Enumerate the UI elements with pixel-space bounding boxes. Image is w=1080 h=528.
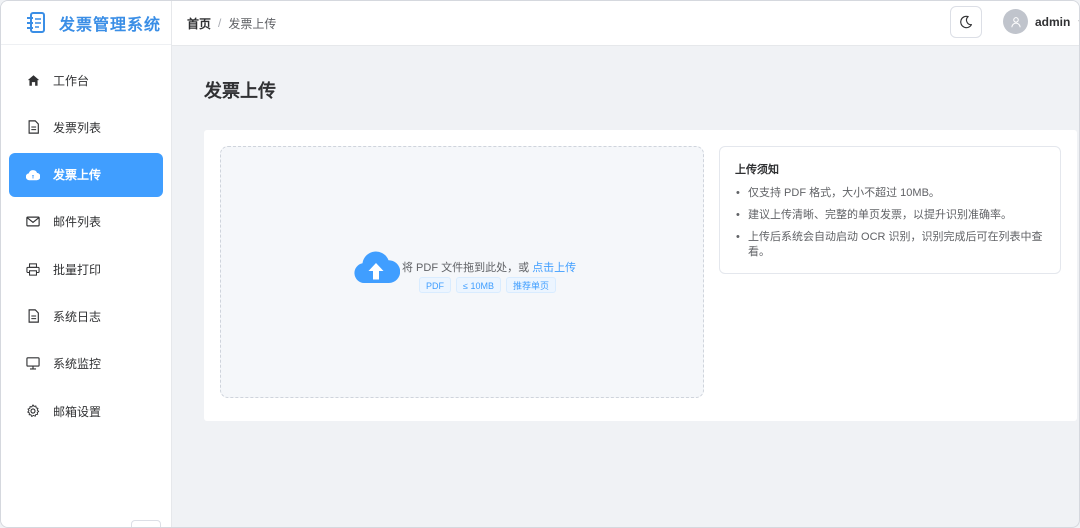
app-window: 发票管理系统 工作台 发票列表 发票上传 邮件列表 批量打印 系统日志 系统监控… (0, 0, 1080, 528)
cloud-upload-icon (26, 168, 40, 182)
monitor-icon (26, 357, 40, 371)
sidebar-item-label: 工作台 (53, 73, 90, 88)
notice-item: 仅支持 PDF 格式，大小不超过 10MB。 (735, 186, 1046, 201)
app-title: 发票管理系统 (59, 16, 162, 34)
page-title: 发票上传 (204, 81, 276, 101)
top-header: 首页 / 发票上传 admin (172, 1, 1079, 46)
document-icon (26, 309, 40, 324)
notice-item: 上传后系统会自动启动 OCR 识别，识别完成后可在列表中查看。 (735, 230, 1046, 260)
sidebar-item-label: 系统监控 (53, 357, 102, 372)
dropzone-hint-text: 将 PDF 文件拖到此处，或 (402, 262, 530, 274)
sidebar-item-label: 批量打印 (53, 262, 102, 277)
breadcrumb-home[interactable]: 首页 (187, 15, 211, 32)
tag-single-page: 推荐单页 (505, 277, 556, 293)
home-icon (26, 73, 40, 87)
theme-toggle-button[interactable] (950, 6, 982, 38)
user-icon (1010, 16, 1021, 27)
user-menu[interactable]: admin (1003, 9, 1079, 34)
brand: 发票管理系统 (1, 1, 171, 45)
username[interactable]: admin (1035, 15, 1070, 29)
sidebar-item-workbench[interactable]: 工作台 (9, 58, 163, 102)
upload-card: 将 PDF 文件拖到此处，或 点击上传 PDF ≤ 10MB 推荐单页 上传须知… (204, 130, 1077, 421)
upload-notice-panel: 上传须知 仅支持 PDF 格式，大小不超过 10MB。 建议上传清晰、完整的单页… (719, 146, 1061, 274)
notice-list: 仅支持 PDF 格式，大小不超过 10MB。 建议上传清晰、完整的单页发票，以提… (735, 186, 1046, 260)
breadcrumb-current: 发票上传 (228, 16, 277, 31)
sidebar-item-invoice-list[interactable]: 发票列表 (9, 105, 163, 149)
sidebar-item-label: 邮箱设置 (53, 404, 102, 419)
notice-item: 建议上传清晰、完整的单页发票，以提升识别准确率。 (735, 208, 1046, 223)
sidebar-item-mail-list[interactable]: 邮件列表 (9, 200, 163, 244)
click-upload-link[interactable]: 点击上传 (532, 262, 576, 274)
mail-icon (26, 215, 40, 229)
breadcrumb: 首页 / 发票上传 (187, 15, 276, 32)
tag-size-limit: ≤ 10MB (456, 277, 501, 293)
sidebar-item-invoice-upload[interactable]: 发票上传 (9, 152, 163, 197)
moon-icon (960, 15, 972, 29)
document-icon (26, 120, 40, 134)
upload-tags: PDF ≤ 10MB 推荐单页 (419, 277, 561, 293)
sidebar-item-label: 系统日志 (53, 309, 102, 324)
sidebar-collapse-button[interactable] (131, 520, 161, 527)
upload-dropzone[interactable]: 将 PDF 文件拖到此处，或 点击上传 PDF ≤ 10MB 推荐单页 (220, 146, 704, 398)
sidebar-item-mail-settings[interactable]: 邮箱设置 (9, 389, 163, 433)
tag-pdf: PDF (419, 277, 451, 293)
sidebar-item-label: 发票上传 (53, 168, 102, 183)
breadcrumb-separator: / (218, 16, 222, 30)
avatar[interactable] (1003, 9, 1028, 34)
sidebar-item-label: 发票列表 (53, 120, 102, 135)
notice-title: 上传须知 (735, 164, 779, 176)
sidebar-menu: 工作台 发票列表 发票上传 邮件列表 批量打印 系统日志 系统监控 邮箱设置 (1, 45, 171, 433)
sidebar-item-system-log[interactable]: 系统日志 (9, 294, 163, 338)
invoice-logo-icon (27, 11, 45, 33)
sidebar: 发票管理系统 工作台 发票列表 发票上传 邮件列表 批量打印 系统日志 系统监控… (1, 1, 172, 527)
printer-icon (26, 262, 40, 276)
dropzone-hint: 将 PDF 文件拖到此处，或 点击上传 (402, 259, 576, 275)
gear-icon (26, 404, 40, 418)
sidebar-item-batch-print[interactable]: 批量打印 (9, 247, 163, 291)
sidebar-item-system-monitor[interactable]: 系统监控 (9, 342, 163, 386)
sidebar-item-label: 邮件列表 (53, 215, 102, 230)
cloud-upload-icon (354, 251, 400, 283)
